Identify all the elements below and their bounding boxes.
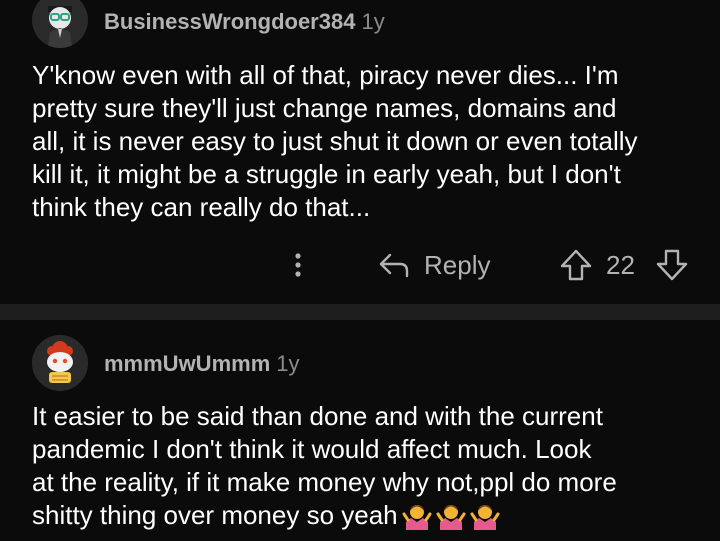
comment-age: 1y (276, 351, 300, 376)
comment-body-line: pandemic I don't think it would affect m… (32, 434, 592, 464)
comment-divider (0, 304, 720, 320)
downvote-icon[interactable] (654, 247, 690, 283)
comment-body-line: all, it is never easy to just shut it do… (32, 126, 638, 156)
person-shrugging-emoji (470, 505, 500, 530)
comment-age: 1y (361, 9, 385, 34)
reply-icon (379, 253, 409, 278)
comment-body-line: pretty sure they'll just change names, d… (32, 93, 617, 123)
comment-body-line: kill it, it might be a struggle in early… (32, 159, 621, 189)
comment-body-line-with-emoji: shitty thing over money so yeah (32, 499, 692, 532)
comment-body: It easier to be said than done and with … (32, 400, 692, 532)
person-shrugging-emoji (436, 505, 466, 530)
user-avatar[interactable] (32, 335, 88, 391)
vote-score: 22 (606, 250, 635, 280)
reply-button[interactable]: Reply (378, 247, 490, 283)
person-shrugging-emoji (402, 505, 432, 530)
username[interactable]: BusinessWrongdoer384 (104, 9, 355, 34)
comment-body-line: Y'know even with all of that, piracy nev… (32, 60, 619, 90)
comment-body-line: think they can really do that... (32, 192, 371, 222)
comment-meta: mmmUwUmmm 1y (104, 350, 300, 378)
comment-actions: Reply 22 (0, 247, 720, 283)
more-options-icon[interactable] (288, 251, 308, 279)
user-avatar[interactable] (32, 0, 88, 48)
comment-body-line: It easier to be said than done and with … (32, 401, 603, 431)
comment-body: Y'know even with all of that, piracy nev… (32, 59, 692, 224)
reply-label: Reply (424, 249, 491, 280)
username[interactable]: mmmUwUmmm (104, 351, 270, 376)
upvote-icon[interactable] (558, 247, 594, 283)
comment-body-line: shitty thing over money so yeah (32, 500, 398, 530)
comment-meta: BusinessWrongdoer384 1y (104, 8, 385, 36)
comment-body-line: at the reality, if it make money why not… (32, 467, 617, 497)
